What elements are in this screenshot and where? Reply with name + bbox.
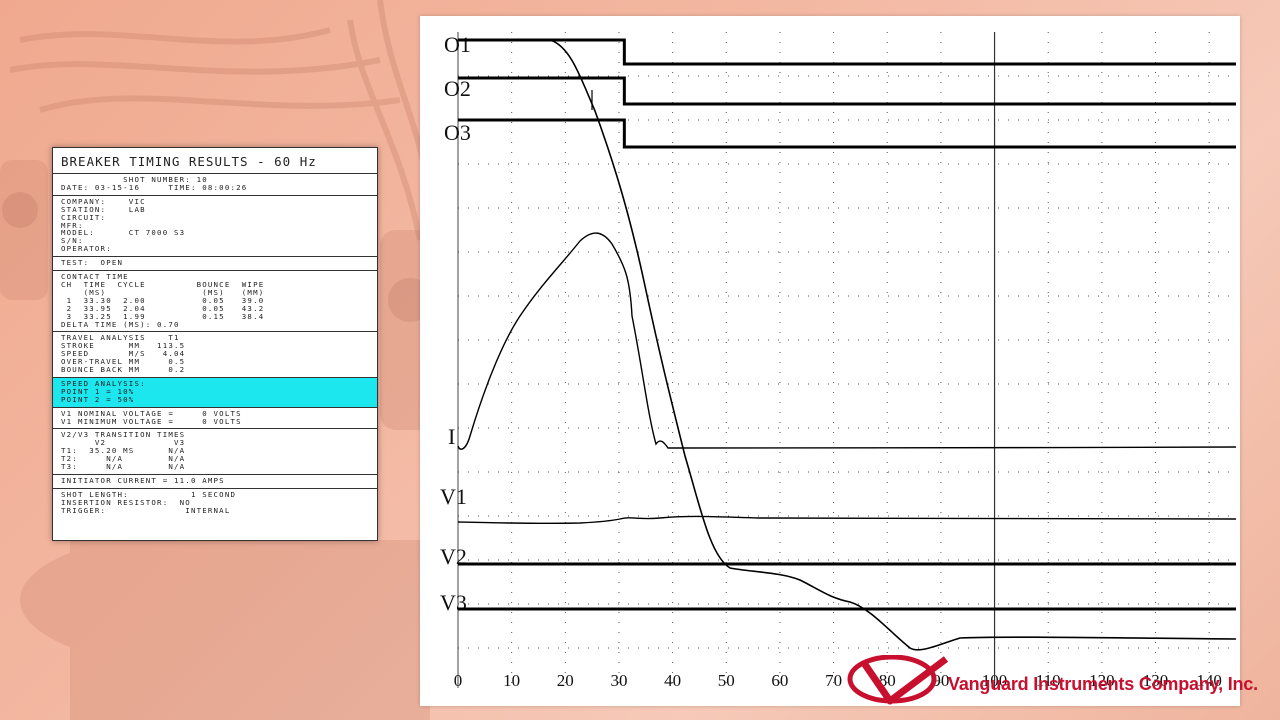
report-test-section: TEST: OPEN <box>53 257 377 272</box>
report-initiator-section: INITIATOR CURRENT = 11.0 AMPS <box>53 475 377 489</box>
travel-line: BOUNCE BACK mm 0.2 <box>61 365 186 375</box>
trace-travel <box>464 39 1237 651</box>
date-time: DATE: 03-15-16 TIME: 08:00:26 <box>61 182 248 192</box>
channel-label-i: I <box>448 424 455 449</box>
test-type: TEST: OPEN <box>61 258 124 268</box>
x-tick-label: 70 <box>825 671 842 690</box>
delta-time: DELTA TIME (mS): 0.70 <box>61 319 180 329</box>
report-header-section: SHOT NUMBER: 10 DATE: 03-15-16 TIME: 08:… <box>53 174 377 196</box>
report-speed-section: SPEED ANALYSIS: POINT 1 = 10% POINT 2 = … <box>53 377 377 408</box>
timing-chart: O1 O2 O3 I V1 V2 V3 0 10 20 30 40 50 60 70 80 90 1… <box>440 32 1237 690</box>
info-model: MODEL: CT 7000 S3 <box>61 228 186 238</box>
initiator-current: INITIATOR CURRENT = 11.0 AMPS <box>61 476 225 485</box>
channel-label-o3: O3 <box>444 120 471 145</box>
transition-line: T3: N/A N/A <box>61 462 186 472</box>
x-tick-label: 20 <box>557 671 574 690</box>
trace-o2 <box>458 76 1236 106</box>
trace-i <box>457 232 1237 450</box>
x-tick-label: 50 <box>718 671 735 690</box>
breaker-timing-report: BREAKER TIMING RESULTS - 60 Hz SHOT NUMB… <box>52 147 378 541</box>
speed-line: POINT 2 = 50% <box>61 394 135 404</box>
channel-label-o2: O2 <box>444 76 471 101</box>
channel-label-o1: O1 <box>444 32 471 57</box>
info-operator: OPERATOR: <box>61 244 112 254</box>
x-tick-label: 30 <box>610 671 627 690</box>
report-transition-section: V2/V3 TRANSITION TIMES V2 V3 T1: 35.20 m… <box>53 429 377 475</box>
x-tick-label: 60 <box>771 671 788 690</box>
trace-v1 <box>457 515 1237 525</box>
report-info-section: COMPANY: VIC STATION: LAB CIRCUIT: MFR: … <box>53 196 377 258</box>
report-shot-section: SHOT LENGTH: 1 SECOND INSERTION RESISTOR… <box>53 489 377 518</box>
chart-grid <box>457 32 1236 688</box>
info-circuit: CIRCUIT: <box>61 212 107 222</box>
channel-label-v3: V3 <box>440 590 467 615</box>
x-tick-label: 40 <box>664 671 681 690</box>
x-tick-label: 0 <box>454 671 463 690</box>
report-voltage-section: V1 NOMINAL VOLTAGE = 0 VOLTS V1 MINIMUM … <box>53 408 377 430</box>
voltage-line: V1 MINIMUM VOLTAGE = 0 VOLTS <box>61 416 242 426</box>
report-title: BREAKER TIMING RESULTS - 60 Hz <box>53 148 377 174</box>
timing-chart-panel: O1 O2 O3 I V1 V2 V3 0 10 20 30 40 50 60 70 80 90 1… <box>420 16 1240 706</box>
company-name: Vanguard Instruments Company, Inc. <box>948 674 1258 694</box>
x-tick-label: 10 <box>503 671 520 690</box>
report-contact-section: CONTACT TIME CH TIME CYCLE BOUNCE WIPE (… <box>53 271 377 333</box>
channel-label-v1: V1 <box>440 484 467 509</box>
trace-o1 <box>458 38 1236 66</box>
shot-line: TRIGGER: INTERNAL <box>61 505 231 515</box>
report-travel-section: TRAVEL ANALYSIS T1 STROKE mm 113.5 SPEED… <box>53 332 377 378</box>
trace-o3 <box>458 118 1236 149</box>
info-station: STATION: LAB <box>61 204 146 214</box>
